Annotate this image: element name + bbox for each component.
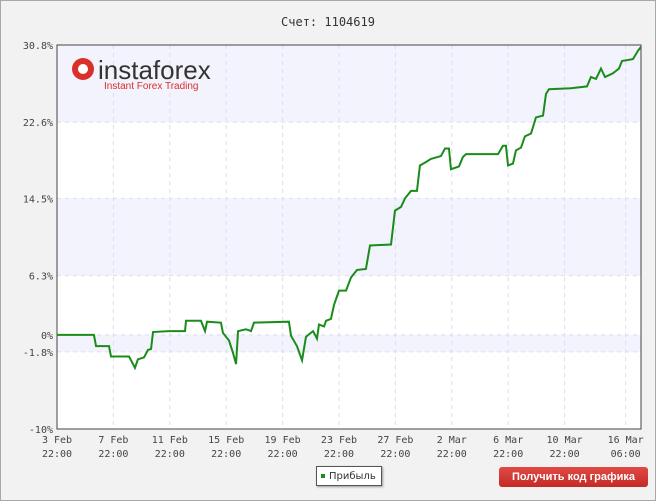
x-tick-label: 22:00 xyxy=(211,449,241,460)
y-tick-label: 30.8% xyxy=(23,41,53,52)
x-tick-label: 6 Mar xyxy=(493,435,523,446)
band xyxy=(57,198,641,276)
legend-marker-icon xyxy=(321,474,325,478)
y-tick-label: -10% xyxy=(29,425,53,436)
y-tick-label: 14.5% xyxy=(23,194,53,205)
y-tick-label: 6.3% xyxy=(29,272,53,283)
x-tick-label: 06:00 xyxy=(611,449,641,460)
x-tick-label: 22:00 xyxy=(493,449,523,460)
y-tick-label: 0% xyxy=(41,331,53,342)
y-tick-label: 22.6% xyxy=(23,118,53,129)
band xyxy=(57,334,641,352)
x-tick-label: 27 Feb xyxy=(377,435,413,446)
x-tick-label: 22:00 xyxy=(155,449,185,460)
x-tick-label: 19 Feb xyxy=(265,435,301,446)
x-tick-label: 16 Mar xyxy=(608,435,644,446)
logo-gear-hole xyxy=(78,64,88,74)
legend-label: Прибыль xyxy=(329,471,376,482)
legend-item[interactable]: Прибыль xyxy=(316,466,382,486)
chart-panel: Счет: 1104619 3 Feb 22:00 7 Feb 22:00 11 Feb… xyxy=(0,0,656,501)
x-tick-label: 22:00 xyxy=(380,449,410,460)
x-tick-label: 2 Mar xyxy=(437,435,467,446)
x-tick-label: 22:00 xyxy=(42,449,72,460)
x-tick-label: 22:00 xyxy=(437,449,467,460)
logo-tagline: Instant Forex Trading xyxy=(104,81,199,92)
y-tick-label: -1.8% xyxy=(23,348,53,359)
x-tick-label: 22:00 xyxy=(550,449,580,460)
get-chart-code-button[interactable]: Получить код графика xyxy=(499,467,648,487)
x-tick-label: 3 Feb xyxy=(42,435,72,446)
x-tick-label: 11 Feb xyxy=(152,435,188,446)
x-tick-label: 22:00 xyxy=(324,449,354,460)
x-tick-label: 22:00 xyxy=(268,449,298,460)
x-tick-label: 7 Feb xyxy=(98,435,128,446)
x-tick-label: 23 Feb xyxy=(321,435,357,446)
chart-svg: 3 Feb 22:00 7 Feb 22:00 11 Feb 22:00 15 Feb 22:… xyxy=(23,41,644,460)
x-tick-label: 15 Feb xyxy=(208,435,244,446)
x-tick-label: 22:00 xyxy=(98,449,128,460)
x-tick-label: 10 Mar xyxy=(547,435,583,446)
